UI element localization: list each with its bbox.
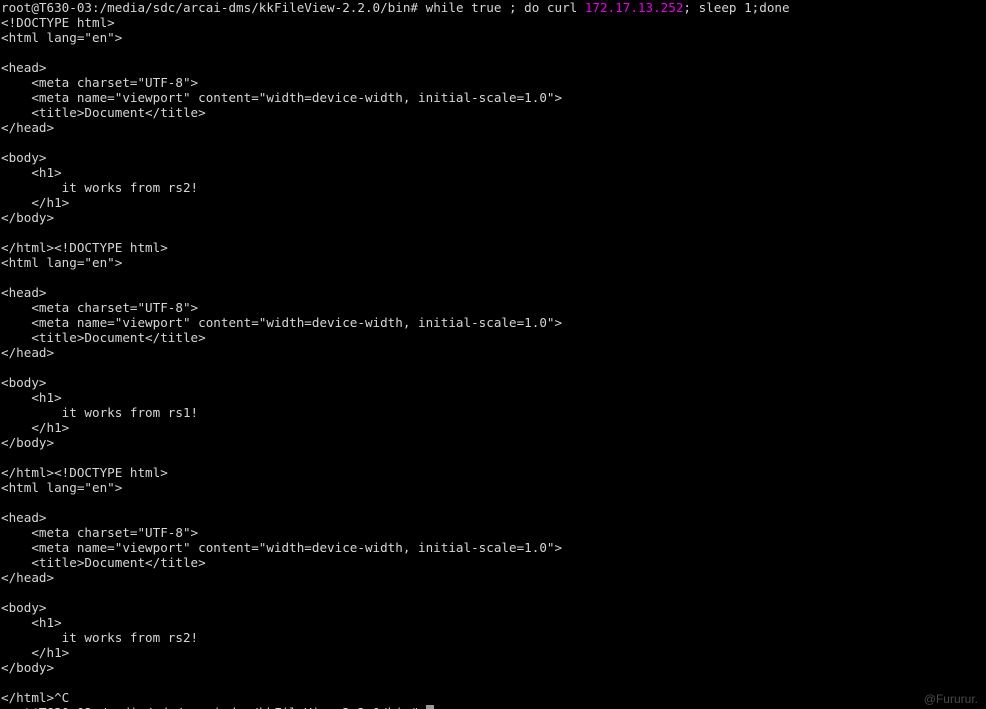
terminal-line: it works from rs2! <box>1 630 199 645</box>
terminal-line: <head> <box>1 285 47 300</box>
terminal-line: <title>Document</title> <box>1 555 206 570</box>
terminal-line: <html lang="en"> <box>1 30 123 45</box>
terminal-line: <!DOCTYPE html> <box>1 15 115 30</box>
terminal-line: <title>Document</title> <box>1 330 206 345</box>
terminal-line: <meta name="viewport" content="width=dev… <box>1 315 563 330</box>
terminal-final-prompt-line: root@T630-03:/media/sdc/arcai-dms/kkFile… <box>0 705 986 709</box>
prompt-user-host-path: root@T630-03:/media/sdc/arcai-dms/kkFile… <box>1 0 426 15</box>
terminal-line: it works from rs2! <box>1 180 199 195</box>
terminal-line: <body> <box>1 375 47 390</box>
terminal-window[interactable]: root@T630-03:/media/sdc/arcai-dms/kkFile… <box>0 0 986 709</box>
terminal-line: <head> <box>1 510 47 525</box>
terminal-line: <meta name="viewport" content="width=dev… <box>1 90 563 105</box>
terminal-prompt-line: root@T630-03:/media/sdc/arcai-dms/kkFile… <box>0 0 986 15</box>
terminal-line: <meta name="viewport" content="width=dev… <box>1 540 563 555</box>
terminal-line: <html lang="en"> <box>1 255 123 270</box>
terminal-line: </h1> <box>1 420 70 435</box>
terminal-line: <title>Document</title> <box>1 105 206 120</box>
terminal-line: <h1> <box>1 615 62 630</box>
terminal-line: </head> <box>1 570 55 585</box>
terminal-line: it works from rs1! <box>1 405 199 420</box>
terminal-line: <meta charset="UTF-8"> <box>1 300 199 315</box>
terminal-line: </html>^C <box>1 690 70 705</box>
terminal-line: <h1> <box>1 165 62 180</box>
prompt-ip-address: 172.17.13.252 <box>584 0 684 15</box>
terminal-line: <h1> <box>1 390 62 405</box>
terminal-line: </html><!DOCTYPE html> <box>1 465 168 480</box>
terminal-line: <html lang="en"> <box>1 480 123 495</box>
terminal-line: <body> <box>1 600 47 615</box>
terminal-line: <meta charset="UTF-8"> <box>1 75 199 90</box>
terminal-output: <!DOCTYPE html> <html lang="en"> <head> <m… <box>0 15 986 705</box>
terminal-line: <body> <box>1 150 47 165</box>
terminal-line: </head> <box>1 120 55 135</box>
terminal-line: </h1> <box>1 195 70 210</box>
terminal-line: </head> <box>1 345 55 360</box>
prompt-command-after-ip: ; sleep 1;done <box>683 0 790 15</box>
terminal-line: <head> <box>1 60 47 75</box>
terminal-line: </h1> <box>1 645 70 660</box>
terminal-line: </body> <box>1 210 55 225</box>
final-prompt-text: root@T630-03:/media/sdc/arcai-dms/kkFile… <box>1 705 426 709</box>
terminal-line: <meta charset="UTF-8"> <box>1 525 199 540</box>
terminal-line: </body> <box>1 660 55 675</box>
terminal-line: </body> <box>1 435 55 450</box>
watermark-label: @Fururur. <box>923 692 978 706</box>
prompt-command-before-ip: while true ; do curl <box>425 0 585 15</box>
terminal-line: </html><!DOCTYPE html> <box>1 240 168 255</box>
terminal-cursor <box>425 705 434 709</box>
